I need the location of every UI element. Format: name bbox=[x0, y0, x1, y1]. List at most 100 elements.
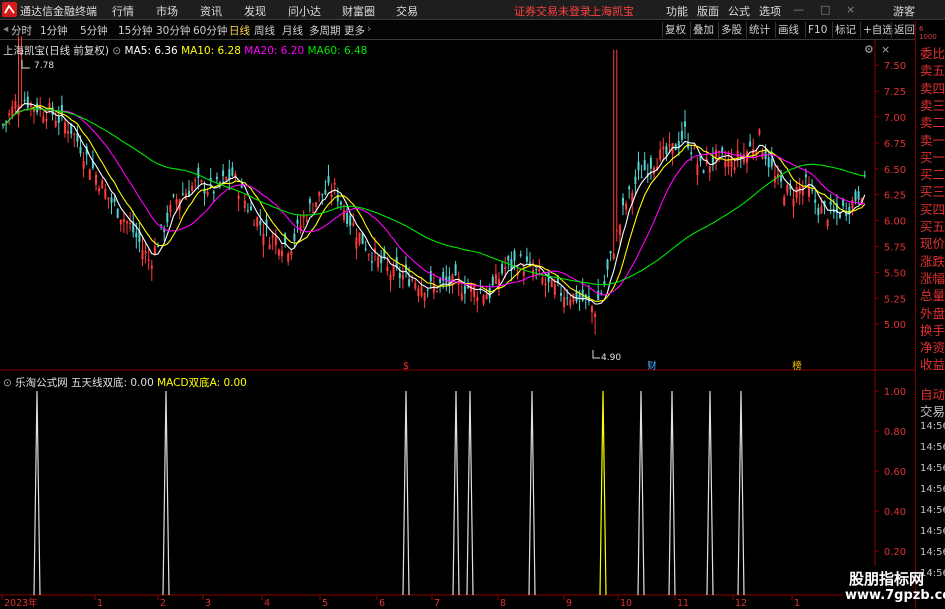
candle-body bbox=[392, 264, 395, 277]
candle-body bbox=[507, 256, 510, 261]
app-logo-icon bbox=[2, 2, 17, 17]
candle-body bbox=[246, 210, 249, 212]
x-tick-1: 1 bbox=[97, 598, 103, 609]
candle-body bbox=[48, 103, 51, 108]
candle-body bbox=[414, 282, 417, 289]
menu-ask[interactable]: 问小达 bbox=[288, 3, 321, 19]
event-marker-1[interactable]: 财 bbox=[647, 360, 657, 372]
signal-spike-2 bbox=[402, 390, 410, 596]
candle-body bbox=[724, 161, 727, 168]
y-tick-ind-1: 0.80 bbox=[884, 427, 906, 438]
candle-body bbox=[349, 215, 352, 226]
legend-settings-icon[interactable]: ⊙ bbox=[112, 45, 121, 57]
panel-label-13: 涨幅 bbox=[920, 270, 945, 286]
candle-body bbox=[26, 96, 29, 108]
candle-body bbox=[79, 146, 82, 154]
candle-body bbox=[339, 201, 342, 205]
candle-body bbox=[157, 246, 159, 248]
x-tick-8: 8 bbox=[500, 598, 506, 609]
menu-function[interactable]: 功能 bbox=[666, 3, 688, 19]
legend-ma60: MA60: 6.48 bbox=[307, 45, 368, 57]
y-tick-main-0: 7.50 bbox=[884, 61, 906, 72]
legend-ma20: MA20: 6.20 bbox=[244, 45, 305, 57]
candle-body bbox=[147, 259, 150, 261]
broker-status[interactable]: 证券交易未登录 bbox=[514, 3, 591, 19]
candle-body bbox=[321, 193, 324, 195]
candle-body bbox=[330, 194, 333, 197]
auto-trade-label-1[interactable]: 交易 bbox=[920, 401, 945, 420]
candle-body bbox=[786, 184, 789, 194]
candle-body bbox=[200, 180, 203, 183]
candle-body bbox=[54, 120, 57, 127]
low-label: 4.90 bbox=[601, 353, 621, 363]
candle-body bbox=[408, 279, 411, 286]
candle-body bbox=[476, 296, 479, 302]
candle-body bbox=[491, 276, 494, 286]
candle-body bbox=[513, 250, 516, 261]
candle-body bbox=[501, 263, 504, 274]
panel-label-18: 收益 bbox=[920, 357, 945, 373]
ma60-line bbox=[2, 108, 865, 286]
menu-news[interactable]: 资讯 bbox=[200, 3, 222, 19]
panel-label-1: 卖五 bbox=[920, 63, 945, 79]
candle-body bbox=[225, 177, 228, 180]
candle-body bbox=[566, 297, 569, 299]
y-tick-main-6: 6.00 bbox=[884, 217, 906, 228]
menu-trade[interactable]: 交易 bbox=[396, 3, 418, 19]
menu-layout[interactable]: 版面 bbox=[697, 3, 719, 19]
minimize-icon[interactable]: — bbox=[793, 3, 804, 16]
menu-formula[interactable]: 公式 bbox=[728, 3, 750, 19]
quote-side-panel: 委比 卖五 卖四 卖三 卖二 卖一 买一 买二 买三 买四 买五 现价 涨跌 涨幅 总量 外盘 换手 净资 收益 自动… bbox=[915, 21, 945, 609]
close-icon[interactable]: × bbox=[846, 3, 855, 16]
candle-body bbox=[36, 103, 39, 113]
candle-body bbox=[104, 189, 107, 199]
candle-body bbox=[250, 206, 252, 210]
candle-body bbox=[529, 262, 531, 264]
panel-label-10: 买五 bbox=[920, 219, 945, 234]
menu-discover[interactable]: 发现 bbox=[244, 3, 266, 19]
candle-body bbox=[665, 145, 668, 154]
menu-market-quotes[interactable]: 行情 bbox=[112, 3, 134, 19]
tick-time-1: 14:56 bbox=[920, 442, 945, 453]
candle-body bbox=[51, 107, 54, 115]
chart-close-icon[interactable]: × bbox=[881, 43, 890, 56]
candle-body bbox=[485, 294, 488, 300]
candle-body bbox=[426, 289, 429, 291]
candle-body bbox=[643, 160, 646, 170]
candle-body bbox=[370, 260, 373, 263]
price-chart-area[interactable]: 7.50 7.25 7.00 6.75 6.50 6.25 6.00 5.75 5.50 5.25… bbox=[0, 20, 915, 609]
menu-wealth[interactable]: 财富圈 bbox=[342, 3, 375, 19]
candle-body bbox=[141, 249, 144, 260]
event-marker-2[interactable]: 榜 bbox=[792, 360, 802, 372]
app-title: 通达信金融终端 bbox=[20, 5, 97, 18]
panel-label-16: 换手 bbox=[920, 322, 945, 338]
tick-time-2: 14:56 bbox=[920, 463, 945, 474]
candle-body bbox=[212, 191, 215, 194]
signal-spike-8 bbox=[668, 390, 676, 596]
candle-body bbox=[237, 195, 240, 200]
ma10-line bbox=[2, 105, 866, 302]
indicator-settings-icon[interactable]: ⊙ bbox=[3, 377, 12, 389]
candle-body bbox=[680, 130, 683, 140]
candle-body bbox=[67, 131, 70, 134]
event-marker-0[interactable]: $ bbox=[403, 361, 409, 372]
restore-icon[interactable]: □ bbox=[820, 3, 830, 16]
candle-body bbox=[684, 121, 686, 127]
panel-label-3: 卖三 bbox=[920, 97, 945, 113]
panel-label-8: 买三 bbox=[920, 184, 945, 200]
candle-body bbox=[290, 251, 293, 255]
y-tick-main-5: 6.25 bbox=[884, 191, 906, 202]
y-tick-main-2: 7.00 bbox=[884, 113, 906, 124]
chart-settings-icon[interactable]: ⚙ bbox=[864, 43, 874, 56]
candle-body bbox=[423, 293, 426, 301]
menu-options[interactable]: 选项 bbox=[759, 3, 781, 19]
panel-label-7: 买二 bbox=[920, 167, 945, 183]
x-tick-13: 1 bbox=[794, 598, 800, 609]
candle-body bbox=[733, 167, 736, 170]
x-tick-0: 2023年 bbox=[4, 597, 38, 609]
user-guest[interactable]: 游客 bbox=[893, 3, 915, 19]
menu-market[interactable]: 市场 bbox=[156, 3, 178, 19]
candle-body bbox=[606, 259, 609, 270]
candle-body bbox=[504, 266, 507, 269]
candle-body bbox=[333, 182, 336, 185]
